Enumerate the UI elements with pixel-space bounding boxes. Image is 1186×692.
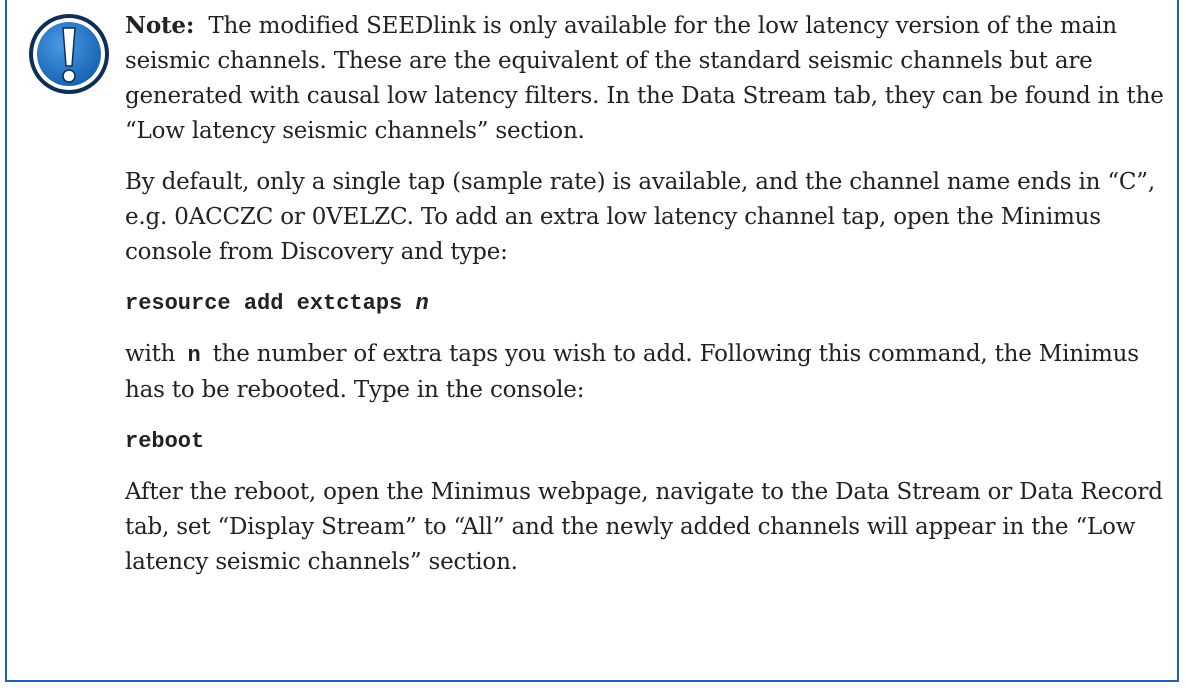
command-resource-add-text: resource add extctaps: [125, 291, 403, 316]
note-label: Note:: [125, 12, 195, 39]
note-paragraph-2: By default, only a single tap (sample ra…: [125, 169, 1155, 265]
note-paragraph-1-text: The modified SEEDlink is only available …: [125, 13, 1164, 144]
note-paragraph-3-after: the number of extra taps you wish to add…: [125, 341, 1139, 403]
command-resource-add: resource add extctaps n: [125, 286, 1177, 321]
note-paragraph-3-before: with: [125, 341, 176, 367]
note-content: Note: The modified SEEDlink is only avai…: [125, 8, 1177, 596]
inline-code-n: n: [187, 343, 201, 368]
note-paragraph-1: Note: The modified SEEDlink is only avai…: [125, 8, 1177, 149]
command-argument: n: [415, 291, 429, 316]
note-box: Note: The modified SEEDlink is only avai…: [5, 0, 1179, 682]
note-paragraph-4: After the reboot, open the Minimus webpa…: [125, 479, 1163, 575]
command-reboot: reboot: [125, 429, 205, 454]
exclamation-circle-icon: [29, 14, 109, 94]
note-paragraph-3: with n the number of extra taps you wish…: [125, 337, 1177, 408]
